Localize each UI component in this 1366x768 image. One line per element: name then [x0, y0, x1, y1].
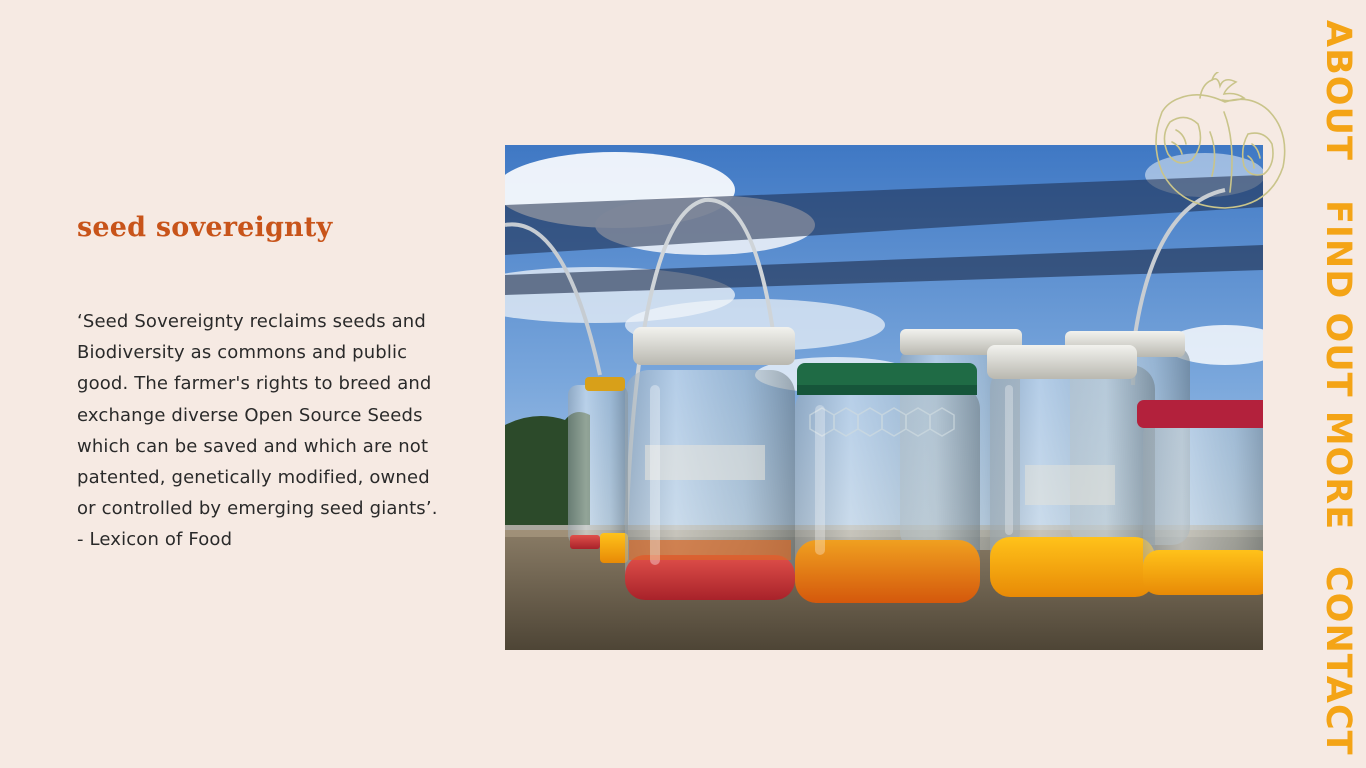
- quote-text: ‘Seed Sovereignty reclaims seeds and Bio…: [77, 306, 477, 556]
- seed-jars-photo: [505, 145, 1263, 650]
- quote-line: which can be saved and which are not: [77, 435, 429, 457]
- vertical-nav: ABOUT FIND OUT MORE CONTACT: [1313, 0, 1363, 768]
- quote-line: exchange diverse Open Source Seeds: [77, 404, 423, 426]
- quote-line: Biodiversity as commons and public: [77, 342, 408, 364]
- tomato-illustration: [1140, 71, 1290, 214]
- quote-line: ‘Seed Sovereignty reclaims seeds and: [77, 311, 426, 332]
- quote-line: patented, genetically modified, owned: [77, 467, 430, 489]
- page: seed sovereignty ‘Seed Sovereignty recla…: [0, 0, 1366, 768]
- nav-about-link[interactable]: ABOUT: [1313, 20, 1363, 161]
- page-title: seed sovereignty: [77, 212, 333, 243]
- nav-find-out-more-link[interactable]: FIND OUT MORE: [1313, 200, 1363, 530]
- quote-line: or controlled by emerging seed giants’.: [77, 498, 438, 520]
- nav-contact-link[interactable]: CONTACT: [1313, 566, 1363, 756]
- quote-attribution: - Lexicon of Food: [77, 529, 233, 551]
- quote-line: good. The farmer's rights to breed and: [77, 373, 432, 395]
